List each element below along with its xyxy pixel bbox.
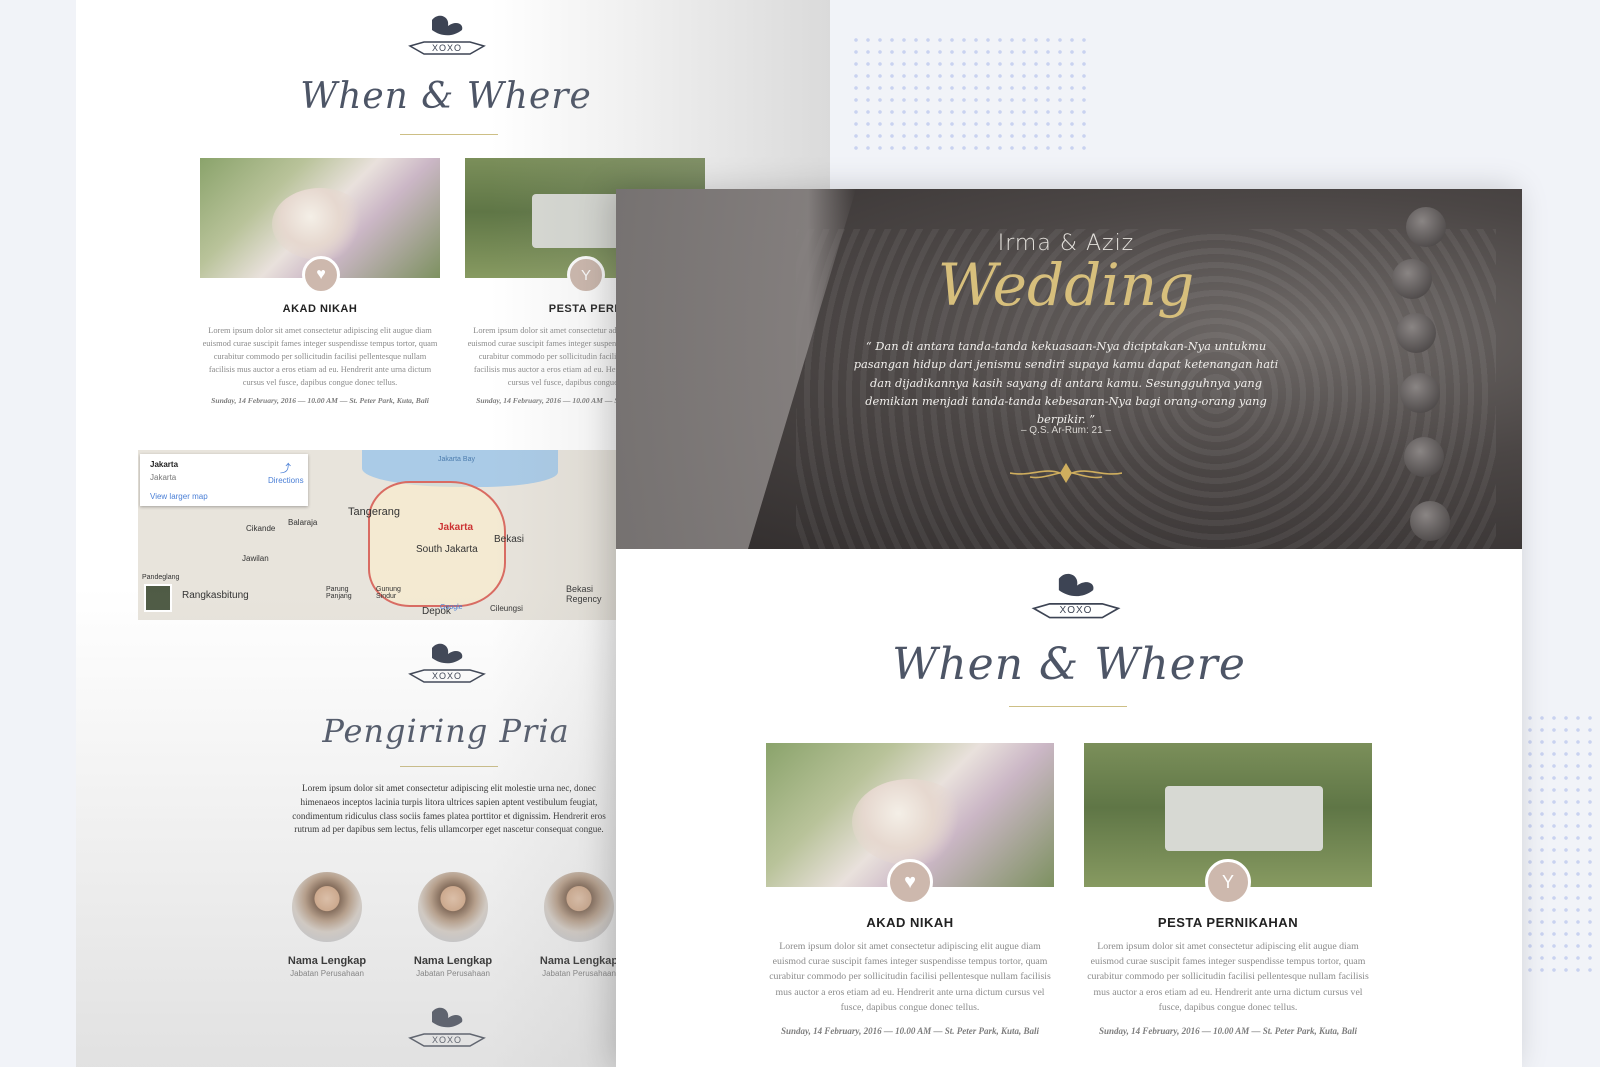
- quote-source: – Q.S. Ar-Rum: 21 –: [1020, 425, 1112, 436]
- hero-banner: Irma & Aziz Wedding “ Dan di antara tand…: [616, 189, 1522, 549]
- avatar: [544, 872, 614, 942]
- event-when: Sunday, 14 February, 2016 — 10.00 AM — S…: [211, 396, 429, 405]
- map-label: Tangerang: [348, 506, 400, 518]
- map-attribution: Google: [440, 604, 463, 611]
- dress-button: [1392, 259, 1432, 299]
- dress-button: [1404, 437, 1444, 477]
- avatar: [292, 872, 362, 942]
- logo-text: XOXO: [431, 43, 462, 53]
- event-title: AKAD NIKAH: [282, 303, 358, 315]
- bird-logo: XOXO: [404, 1000, 490, 1056]
- map-label: Parung Panjang: [326, 586, 352, 600]
- person-role: Jabatan Perusahaan: [290, 969, 364, 978]
- title-underline: [400, 766, 498, 767]
- map-info-card: Jakarta Jakarta ⤴ Directions View larger…: [140, 454, 308, 506]
- front-page-preview: Irma & Aziz Wedding “ Dan di antara tand…: [616, 189, 1522, 1067]
- dress-button: [1410, 501, 1450, 541]
- map-place-name: Jakarta: [150, 460, 179, 469]
- logo-text: XOXO: [431, 671, 462, 681]
- event-when: Sunday, 14 February, 2016 — 10.00 AM — S…: [780, 1026, 1040, 1036]
- groomsmen-description: Lorem ipsum dolor sit amet consectetur a…: [292, 783, 606, 835]
- heart-icon: ♥: [302, 256, 340, 294]
- dress-button: [1406, 207, 1446, 247]
- event-description: Lorem ipsum dolor sit amet consectetur a…: [1087, 941, 1369, 1013]
- map-place-sub: Jakarta: [150, 473, 177, 482]
- event-when: Sunday, 14 February, 2016 — 10.00 AM — S…: [1098, 1026, 1358, 1036]
- map-label: Bekasi Regency: [566, 584, 602, 604]
- person-role: Jabatan Perusahaan: [416, 969, 490, 978]
- map-label: Cikande: [246, 524, 276, 533]
- bird-logo: XOXO: [404, 636, 490, 692]
- map-label: Balaraja: [288, 518, 318, 527]
- avatar: [418, 872, 488, 942]
- embedded-map[interactable]: Jakarta Jakarta ⤴ Directions View larger…: [138, 450, 698, 620]
- bird-logo: XOXO: [404, 8, 490, 64]
- title-underline: [400, 134, 498, 135]
- section-title: When & Where: [892, 639, 1246, 690]
- map-label: Cileungsi: [490, 604, 523, 613]
- map-satellite-thumbnail[interactable]: [144, 584, 172, 612]
- view-larger-map-link[interactable]: View larger map: [150, 492, 208, 501]
- cocktail-glass-icon: Y: [567, 256, 605, 294]
- event-description: Lorem ipsum dolor sit amet consectetur a…: [769, 941, 1051, 1013]
- map-label: Bekasi: [494, 534, 525, 545]
- directions-link[interactable]: Directions: [268, 476, 304, 485]
- quote-text: “ Dan di antara tanda-tanda kekuasaan-Ny…: [853, 339, 1279, 426]
- event-title: AKAD NIKAH: [866, 915, 954, 930]
- event-description: Lorem ipsum dolor sit amet consectetur a…: [202, 326, 438, 388]
- dress-button: [1400, 373, 1440, 413]
- bird-logo: XOXO: [1026, 565, 1126, 629]
- directions-icon[interactable]: ⤴: [280, 460, 291, 476]
- title-underline: [1009, 706, 1127, 707]
- map-label: Rangkasbitung: [182, 590, 249, 601]
- heart-icon: ♥: [887, 859, 933, 905]
- map-label: Gunung Sindur: [376, 586, 401, 600]
- decorative-dot-grid: [1524, 712, 1594, 972]
- section-title: When & Where: [300, 76, 592, 117]
- decorative-dot-grid: [850, 34, 1090, 152]
- map-label: South Jakarta: [416, 544, 478, 555]
- cocktail-glass-icon: Y: [1205, 859, 1251, 905]
- event-title: PESTA PERNIKAHAN: [1157, 915, 1299, 930]
- map-label: Jawilan: [242, 554, 269, 563]
- person-name: Nama Lengkap: [287, 955, 367, 967]
- map-label: Pandeglang: [142, 574, 180, 581]
- ornament-divider-icon: [1009, 461, 1123, 485]
- logo-text: XOXO: [1059, 605, 1093, 616]
- dress-button: [1396, 313, 1436, 353]
- person-name: Nama Lengkap: [413, 955, 493, 967]
- wedding-title: Wedding: [937, 251, 1195, 319]
- map-label: Jakarta Bay: [438, 456, 475, 463]
- logo-text: XOXO: [431, 1035, 462, 1045]
- groomsmen-title: Pengiring Pria: [322, 712, 570, 750]
- map-label: Jakarta: [438, 522, 474, 533]
